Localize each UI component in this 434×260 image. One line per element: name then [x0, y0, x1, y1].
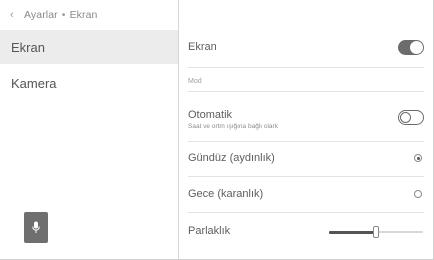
- day-option-label: Gündüz (aydınlık): [188, 152, 275, 164]
- auto-toggle-label: Otomatik: [188, 108, 233, 121]
- slider-thumb[interactable]: [373, 226, 379, 238]
- toggle-knob: [400, 111, 411, 123]
- screen-toggle-label: Ekran: [188, 41, 217, 53]
- day-option-radio[interactable]: [414, 154, 422, 162]
- divider: [188, 91, 424, 92]
- microphone-icon: [32, 221, 40, 233]
- auto-toggle-description: Saat ve ortm ışığına bağlı olark: [188, 122, 278, 130]
- brightness-label: Parlaklık: [188, 225, 231, 237]
- divider: [188, 212, 424, 213]
- night-option-row[interactable]: Gece (karanlık): [188, 181, 424, 207]
- breadcrumb-parent[interactable]: Ayarlar: [24, 9, 58, 21]
- sidebar-item-ekran[interactable]: Ekran: [0, 30, 178, 64]
- sidebar-item-label: Ekran: [11, 39, 45, 55]
- divider: [188, 176, 424, 177]
- sidebar-item-label: Kamera: [11, 75, 57, 91]
- screen-toggle-row[interactable]: Ekran: [188, 30, 424, 64]
- brightness-slider[interactable]: [329, 226, 423, 238]
- sidebar-item-kamera[interactable]: Kamera: [0, 68, 178, 98]
- breadcrumb-current: Ekran: [69, 9, 98, 21]
- night-option-radio[interactable]: [414, 190, 422, 198]
- chevron-left-icon[interactable]: ‹: [10, 9, 24, 21]
- mode-section-label: Mod: [188, 78, 202, 85]
- sidebar: ‹ Ayarlar • Ekran Ekran Kamera: [0, 0, 178, 260]
- divider: [188, 67, 424, 68]
- auto-toggle[interactable]: [398, 110, 424, 125]
- screen-toggle[interactable]: [398, 40, 424, 55]
- divider: [188, 141, 424, 142]
- breadcrumb-separator: •: [61, 9, 66, 21]
- main-panel: Ekran Mod Otomatik Saat ve ortm ışığına …: [179, 0, 434, 260]
- voice-button[interactable]: [24, 212, 48, 243]
- slider-fill: [329, 230, 376, 234]
- auto-toggle-row[interactable]: Otomatik Saat ve ortm ışığına bağlı olar…: [188, 104, 424, 134]
- toggle-knob: [410, 41, 423, 54]
- settings-screen: ‹ Ayarlar • Ekran Ekran Kamera Ekran Mod…: [0, 0, 434, 260]
- day-option-row[interactable]: Gündüz (aydınlık): [188, 145, 424, 171]
- night-option-label: Gece (karanlık): [188, 188, 264, 200]
- breadcrumb[interactable]: ‹ Ayarlar • Ekran: [10, 6, 98, 24]
